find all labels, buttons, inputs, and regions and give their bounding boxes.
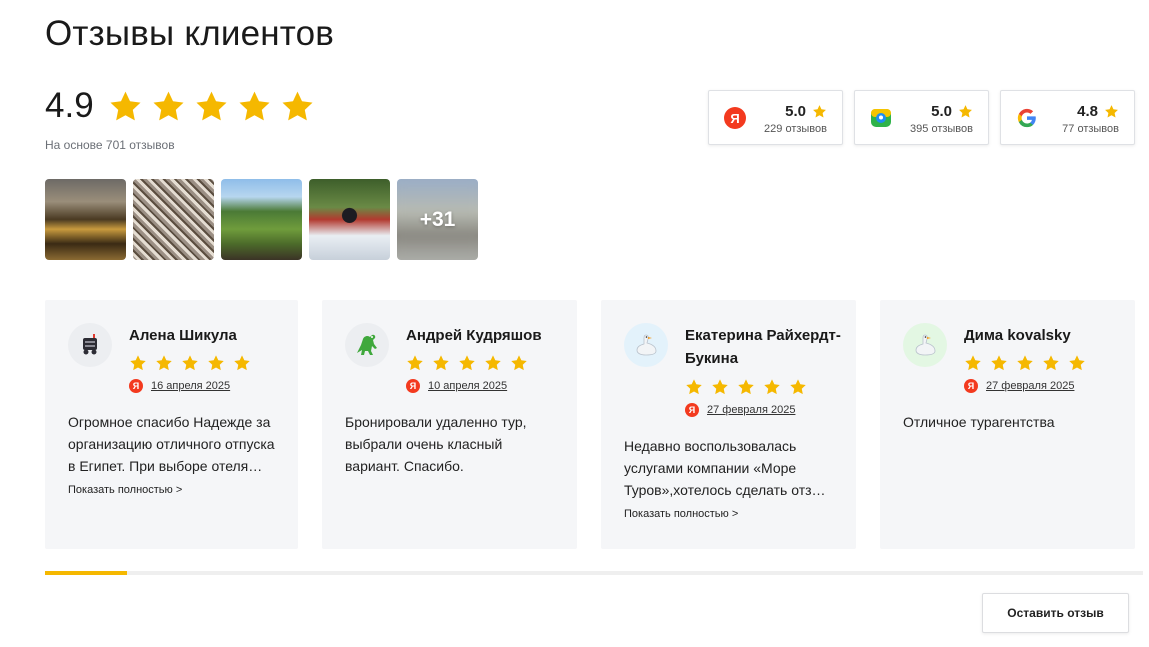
review-stars	[129, 354, 251, 372]
platform-card-2gis[interactable]: 5.0 395 отзывов	[854, 90, 989, 145]
page-title: Отзывы клиентов	[45, 14, 335, 53]
review-date[interactable]: 10 апреля 2025	[428, 380, 507, 392]
show-full-link[interactable]: Показать полностью >	[68, 484, 182, 496]
overall-stars	[108, 89, 315, 124]
star-icon	[685, 378, 703, 396]
reviewer-name: Алена Шикула	[129, 327, 237, 344]
platform-rating-value: 4.8	[1077, 103, 1098, 120]
star-icon	[155, 354, 173, 372]
reviewer-name: Дима kovalsky	[964, 327, 1071, 344]
star-icon	[812, 104, 827, 119]
review-card: Андрей Кудряшов Я 10 апреля 2025 Брониро…	[322, 300, 577, 549]
review-meta: Я 27 февраля 2025	[685, 403, 795, 417]
review-stars	[406, 354, 528, 372]
platform-rating-value: 5.0	[785, 103, 806, 120]
star-icon	[233, 354, 251, 372]
goose-avatar-icon	[624, 323, 668, 367]
review-date[interactable]: 16 апреля 2025	[151, 380, 230, 392]
star-icon	[1104, 104, 1119, 119]
review-stars	[685, 378, 807, 396]
yandex-icon: Я	[964, 379, 978, 393]
yandex-logo-icon: Я	[724, 107, 746, 129]
review-card: Екатерина Райхердт-Букина Я 27 февраля 2…	[601, 300, 856, 549]
overall-rating-value: 4.9	[45, 86, 94, 125]
review-photo-more[interactable]: +31	[397, 179, 478, 260]
yandex-icon: Я	[685, 403, 699, 417]
star-icon	[990, 354, 1008, 372]
star-icon	[763, 378, 781, 396]
2gis-logo-icon	[871, 109, 891, 127]
review-text: Отличное турагентства	[903, 414, 1055, 430]
star-icon	[151, 89, 186, 124]
google-logo-icon	[1017, 108, 1036, 128]
star-icon	[1042, 354, 1060, 372]
star-icon	[458, 354, 476, 372]
review-date[interactable]: 27 февраля 2025	[986, 380, 1074, 392]
star-icon	[1016, 354, 1034, 372]
platform-review-count: 229 отзывов	[764, 123, 827, 135]
star-icon	[432, 354, 450, 372]
star-icon	[237, 89, 272, 124]
review-photo[interactable]	[133, 179, 214, 260]
platform-card-google[interactable]: 4.8 77 отзывов	[1000, 90, 1135, 145]
review-stars	[964, 354, 1086, 372]
star-icon	[207, 354, 225, 372]
star-icon	[181, 354, 199, 372]
star-icon	[958, 104, 973, 119]
robot-avatar-icon	[68, 323, 112, 367]
yandex-icon: Я	[129, 379, 143, 393]
star-icon	[964, 354, 982, 372]
leave-review-button[interactable]: Оставить отзыв	[982, 593, 1129, 633]
review-photo[interactable]	[309, 179, 390, 260]
platform-rating-value: 5.0	[931, 103, 952, 120]
platform-review-count: 395 отзывов	[910, 123, 973, 135]
star-icon	[711, 378, 729, 396]
carousel-scrollbar-thumb[interactable]	[45, 571, 128, 575]
carousel-scrollbar[interactable]	[45, 571, 1143, 575]
star-icon	[484, 354, 502, 372]
review-date[interactable]: 27 февраля 2025	[707, 404, 795, 416]
show-full-link[interactable]: Показать полностью >	[624, 508, 738, 520]
review-meta: Я 27 февраля 2025	[964, 379, 1074, 393]
review-card: Дима kovalsky Я 27 февраля 2025 Отличное…	[880, 300, 1135, 549]
reviewer-name: Екатерина Райхердт-Букина	[685, 327, 841, 367]
review-meta: Я 10 апреля 2025	[406, 379, 507, 393]
review-meta: Я 16 апреля 2025	[129, 379, 230, 393]
dinosaur-avatar-icon	[345, 323, 389, 367]
star-icon	[510, 354, 528, 372]
star-icon	[406, 354, 424, 372]
review-photos: +31	[45, 179, 478, 260]
more-photos-count: +31	[419, 207, 456, 231]
star-icon	[1068, 354, 1086, 372]
review-text: Недавно воспользовалась услугами компани…	[624, 438, 830, 498]
review-text: Огромное спасибо Надежде за организацию …	[68, 414, 275, 474]
reviewer-name: Андрей Кудряшов	[406, 327, 542, 344]
platform-ratings: Я 5.0 229 отзывов 5.0 395 отзывов 4.8 77…	[708, 90, 1135, 145]
star-icon	[108, 89, 143, 124]
goose-avatar-icon	[903, 323, 947, 367]
platform-review-count: 77 отзывов	[1062, 123, 1119, 135]
star-icon	[789, 378, 807, 396]
review-photo[interactable]	[221, 179, 302, 260]
svg-text:Я: Я	[730, 111, 739, 126]
platform-card-yandex[interactable]: Я 5.0 229 отзывов	[708, 90, 843, 145]
yandex-icon: Я	[406, 379, 420, 393]
star-icon	[737, 378, 755, 396]
review-text: Бронировали удаленно тур, выбрали очень …	[345, 414, 527, 474]
star-icon	[280, 89, 315, 124]
star-icon	[129, 354, 147, 372]
reviews-count-note: На основе 701 отзывов	[45, 138, 175, 152]
overall-rating: 4.9	[45, 86, 315, 126]
review-photo[interactable]	[45, 179, 126, 260]
star-icon	[194, 89, 229, 124]
review-card: Алена Шикула Я 16 апреля 2025 Огромное с…	[45, 300, 298, 549]
